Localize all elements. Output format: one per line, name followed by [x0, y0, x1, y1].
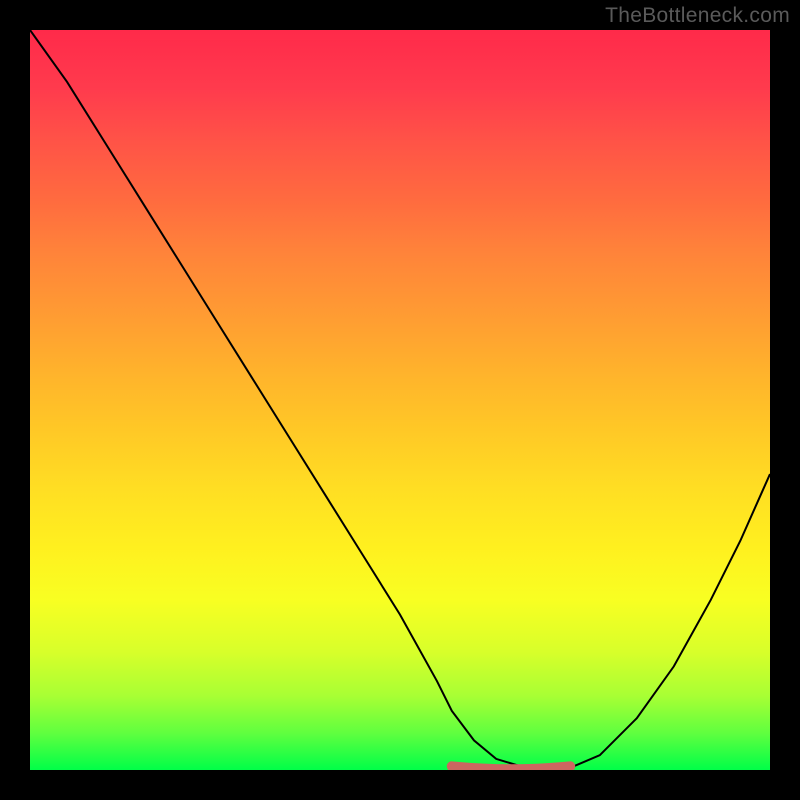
minimum-marker	[452, 766, 570, 769]
bottleneck-curve-path	[30, 30, 770, 769]
chart-plot-area	[30, 30, 770, 770]
chart-svg	[30, 30, 770, 770]
watermark-text: TheBottleneck.com	[605, 4, 790, 28]
